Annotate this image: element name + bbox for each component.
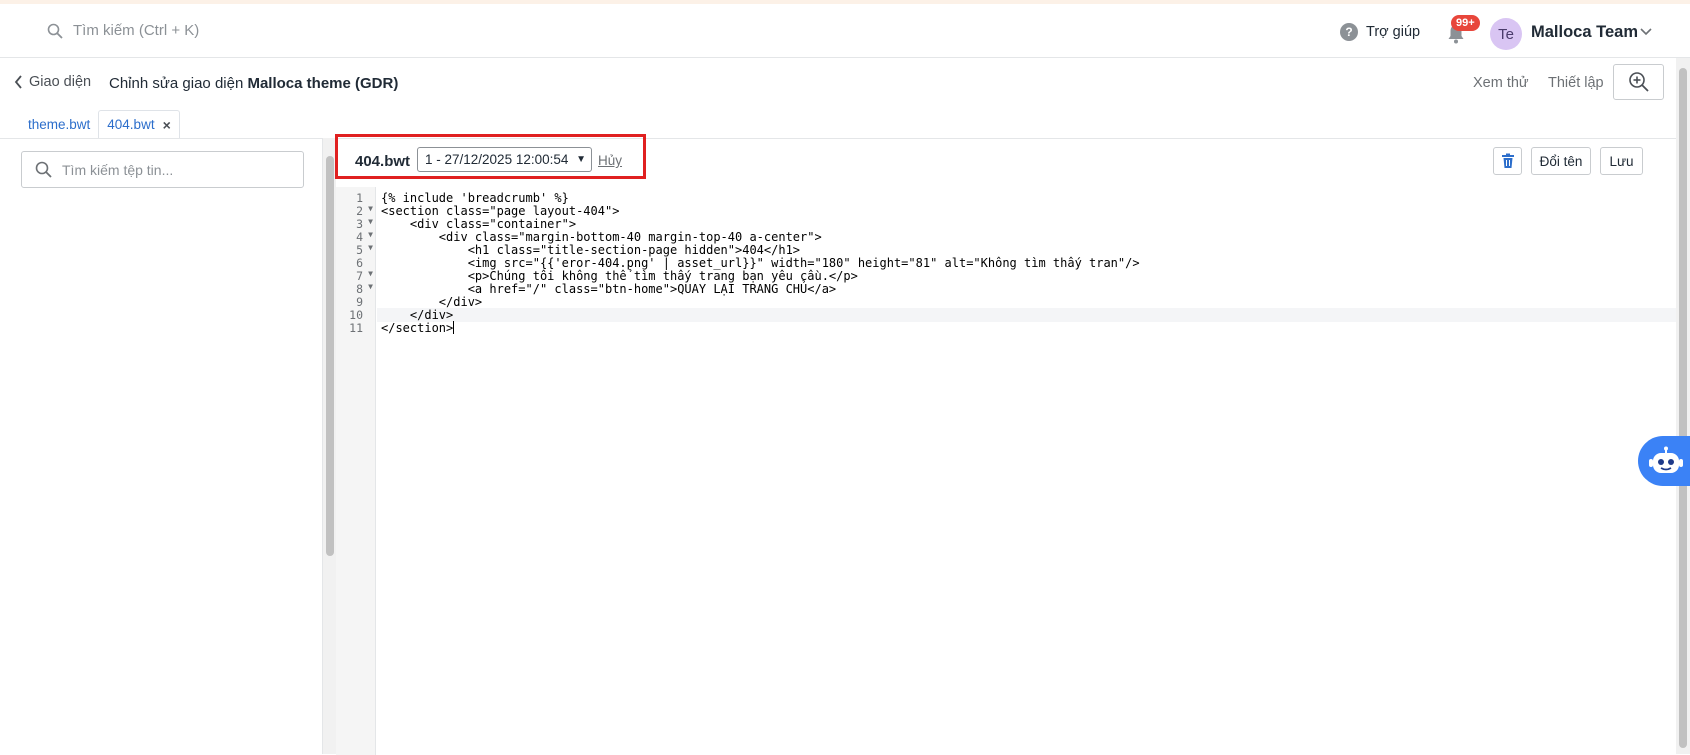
- code-line: <img src="{{'eror-404.png' | asset_url}}…: [381, 256, 1140, 270]
- fold-arrow-icon[interactable]: ▼: [368, 230, 373, 239]
- notification-badge: 99+: [1451, 15, 1480, 31]
- text-cursor: [453, 321, 455, 334]
- editor-panel: 404.bwt 1 - 27/12/2025 12:00:54 ▼ Hủy Đổ…: [335, 134, 1686, 755]
- chevron-left-icon: [14, 75, 22, 89]
- fold-arrow-icon[interactable]: ▼: [368, 217, 373, 226]
- line-number: 4 ▼: [356, 230, 373, 244]
- file-tab-404[interactable]: 404.bwt ×: [98, 110, 180, 138]
- code-line: <p>Chúng tôi không thể tìm thấy trang bạ…: [381, 269, 858, 283]
- chevron-down-icon: ▼: [576, 154, 586, 165]
- code-line: </div>: [381, 308, 454, 322]
- line-number: 3 ▼: [356, 217, 373, 231]
- editor-toolbar: 404.bwt 1 - 27/12/2025 12:00:54 ▼ Hủy Đổ…: [335, 134, 1686, 187]
- file-search-input[interactable]: Tìm kiếm tệp tin...: [21, 151, 304, 188]
- robot-icon: [1649, 446, 1683, 473]
- file-tabs: theme.bwt 404.bwt ×: [20, 110, 180, 138]
- code-line: <div class="margin-bottom-40 margin-top-…: [381, 230, 822, 244]
- code-line: </div>: [381, 295, 483, 309]
- line-number: 10: [349, 308, 363, 322]
- version-selected-value: 1 - 27/12/2025 12:00:54: [425, 152, 569, 167]
- line-number: 5 ▼: [356, 243, 373, 257]
- trash-icon: [1501, 153, 1514, 168]
- zoom-in-icon: [1628, 72, 1649, 92]
- file-sidebar: Tìm kiếm tệp tin...: [0, 138, 322, 754]
- chatbot-button[interactable]: [1638, 436, 1690, 486]
- delete-button[interactable]: [1493, 147, 1522, 175]
- version-select[interactable]: 1 - 27/12/2025 12:00:54 ▼: [417, 147, 592, 172]
- help-label: Trợ giúp: [1366, 24, 1421, 40]
- global-search-placeholder: Tìm kiếm (Ctrl + K): [73, 22, 200, 39]
- code-line-text: </section>: [381, 321, 454, 335]
- page-title-theme: Malloca theme (GDR): [247, 75, 399, 92]
- cancel-version-link[interactable]: Hủy: [598, 153, 622, 168]
- code-editor[interactable]: 1 2 ▼ 3 ▼ 4 ▼ 5 ▼ 6 7 ▼ 8 ▼ 9 10 11 {% include…: [336, 187, 1686, 755]
- editor-file-name: 404.bwt: [355, 153, 411, 170]
- code-line: <h1 class="title-section-page hidden">40…: [381, 243, 801, 257]
- page-title-prefix: Chỉnh sửa giao diện: [109, 75, 244, 92]
- line-number: 7 ▼: [356, 269, 373, 283]
- back-to-themes-link[interactable]: Giao diện: [14, 74, 91, 90]
- line-number: 9: [356, 295, 363, 309]
- help-link[interactable]: ? Trợ giúp: [1340, 23, 1420, 41]
- search-icon: [47, 23, 63, 39]
- save-button[interactable]: Lưu: [1600, 147, 1643, 175]
- global-search[interactable]: Tìm kiếm (Ctrl + K): [47, 22, 199, 39]
- code-line: <div class="container">: [381, 217, 577, 231]
- file-search-placeholder: Tìm kiếm tệp tin...: [62, 161, 174, 178]
- line-number: 1: [356, 191, 363, 205]
- fold-arrow-icon[interactable]: ▼: [368, 282, 373, 291]
- active-line-highlight: [377, 308, 1686, 322]
- avatar[interactable]: Te: [1490, 18, 1522, 50]
- line-number: 8 ▼: [356, 282, 373, 296]
- preview-button[interactable]: Xem thử: [1473, 75, 1529, 91]
- file-tab-label: theme.bwt: [28, 116, 91, 132]
- line-number: 2 ▼: [356, 204, 373, 218]
- sidebar-scrollbar[interactable]: [322, 138, 336, 754]
- file-tab-theme[interactable]: theme.bwt: [20, 110, 98, 138]
- search-icon: [35, 161, 52, 178]
- rename-button[interactable]: Đổi tên: [1531, 147, 1591, 175]
- code-line: <section class="page layout-404">: [381, 204, 620, 218]
- zoom-button[interactable]: [1613, 64, 1664, 100]
- sidebar-scrollbar-thumb[interactable]: [326, 156, 334, 556]
- page-title: Chỉnh sửa giao diện Malloca theme (GDR): [109, 75, 398, 92]
- file-tab-label: 404.bwt: [107, 117, 155, 132]
- top-header: Tìm kiếm (Ctrl + K) ? Trợ giúp 99+ Te Ma…: [0, 0, 1690, 58]
- fold-arrow-icon[interactable]: ▼: [368, 243, 373, 252]
- chevron-down-icon[interactable]: [1640, 28, 1652, 36]
- settings-button[interactable]: Thiết lập: [1548, 75, 1604, 91]
- page-scrollbar[interactable]: [1676, 58, 1690, 754]
- help-icon: ?: [1340, 23, 1358, 41]
- close-icon[interactable]: ×: [163, 117, 171, 133]
- fold-arrow-icon[interactable]: ▼: [368, 269, 373, 278]
- editor-subheader: Giao diện Chỉnh sửa giao diện Malloca th…: [0, 58, 1690, 110]
- back-label: Giao diện: [29, 74, 92, 90]
- fold-arrow-icon[interactable]: ▼: [368, 204, 373, 213]
- code-line: <a href="/" class="btn-home">QUAY LẠI TR…: [381, 282, 837, 296]
- team-name[interactable]: Malloca Team: [1531, 23, 1638, 42]
- line-number: 11: [349, 321, 363, 335]
- page-scrollbar-thumb[interactable]: [1679, 68, 1687, 748]
- line-number: 6: [356, 256, 363, 270]
- code-line: {% include 'breadcrumb' %}: [381, 191, 569, 205]
- code-line-last: </section>: [381, 321, 455, 335]
